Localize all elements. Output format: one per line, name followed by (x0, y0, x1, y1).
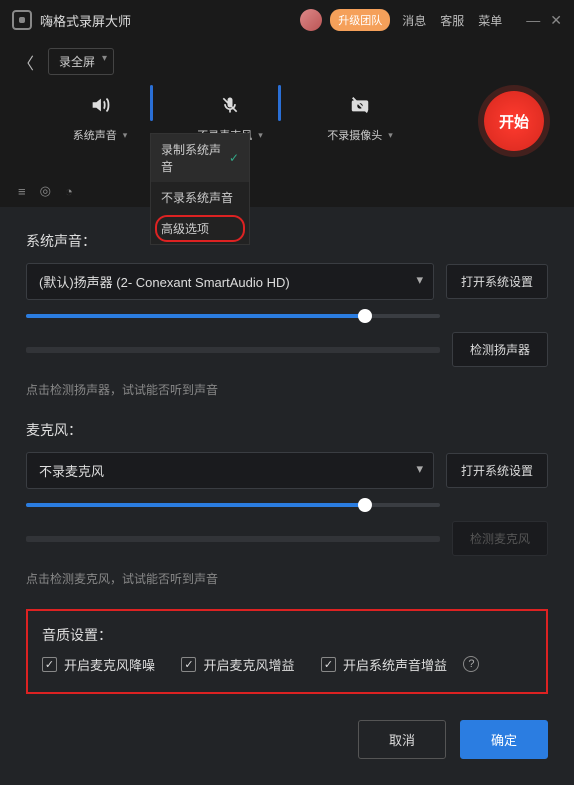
checkbox-system-gain[interactable]: ✓开启系统声音增益 (321, 655, 447, 674)
dialog-footer: 取消 确定 (26, 720, 548, 759)
mode-row: 〈 录全屏 (0, 40, 574, 83)
volume-bar-mic[interactable] (278, 85, 281, 121)
system-sound-device-select[interactable]: (默认)扬声器 (2- Conexant SmartAudio HD) (26, 263, 434, 300)
status-bar: ≡ ◎ ◔ (0, 143, 574, 207)
camera-off-icon (348, 93, 372, 117)
nav-menu[interactable]: 菜单 (478, 12, 502, 29)
advanced-settings-dialog: 系统声音： (默认)扬声器 (2- Conexant SmartAudio HD… (0, 207, 574, 785)
titlebar: 嗨格式录屏大师 升级团队 消息 客服 菜单 — ✕ (0, 0, 574, 40)
dropdown-item-advanced[interactable]: 高级选项 (151, 213, 249, 244)
camera-label: 不录摄像头 (327, 127, 393, 143)
detect-mic-button: 检测麦克风 (452, 521, 548, 556)
mic-level-meter (26, 536, 440, 542)
ok-button[interactable]: 确定 (460, 720, 548, 759)
checkbox-icon: ✓ (321, 657, 336, 672)
speaker-level-meter (26, 347, 440, 353)
mic-device-select[interactable]: 不录麦克风 (26, 452, 434, 489)
dropdown-item-record-sys[interactable]: 录制系统声音✓ (151, 134, 249, 182)
timer-icon[interactable]: ◔ (65, 184, 73, 199)
system-sound-label: 系统声音 (73, 127, 128, 143)
record-mode-select[interactable]: 录全屏 (48, 48, 114, 75)
checkbox-icon: ✓ (181, 657, 196, 672)
audio-quality-section: 音质设置： ✓开启麦克风降噪 ✓开启麦克风增益 ✓开启系统声音增益 ? (26, 609, 548, 694)
system-sound-control[interactable]: 系统声音 (60, 93, 140, 143)
mic-off-icon (218, 93, 242, 117)
minimize-button[interactable]: — (526, 12, 540, 28)
slider-fill (26, 314, 365, 318)
list-icon[interactable]: ≡ (18, 184, 26, 199)
speaker-hint: 点击检测扬声器，试试能否听到声音 (26, 381, 548, 398)
help-icon[interactable]: ? (463, 656, 479, 672)
checkbox-icon: ✓ (42, 657, 57, 672)
upgrade-badge[interactable]: 升级团队 (330, 9, 390, 31)
target-icon[interactable]: ◎ (40, 183, 51, 199)
app-logo-icon (12, 10, 32, 30)
open-system-settings-button-2[interactable]: 打开系统设置 (446, 453, 548, 488)
slider-thumb[interactable] (358, 498, 372, 512)
check-icon: ✓ (229, 151, 239, 165)
quality-label: 音质设置： (42, 625, 532, 645)
speaker-icon (88, 93, 112, 117)
checkbox-noise-reduction[interactable]: ✓开启麦克风降噪 (42, 655, 155, 674)
detect-speaker-button[interactable]: 检测扬声器 (452, 332, 548, 367)
mic-section-label: 麦克风： (26, 420, 548, 440)
nav-messages[interactable]: 消息 (402, 12, 426, 29)
checkbox-mic-gain[interactable]: ✓开启麦克风增益 (181, 655, 294, 674)
system-sound-section-label: 系统声音： (26, 231, 548, 251)
system-sound-dropdown: 录制系统声音✓ 不录系统声音 高级选项 (150, 133, 250, 245)
user-avatar[interactable] (300, 9, 322, 31)
system-volume-slider[interactable] (26, 314, 440, 318)
slider-thumb[interactable] (358, 309, 372, 323)
mic-volume-slider[interactable] (26, 503, 440, 507)
volume-bar-sys[interactable] (150, 85, 153, 121)
main-window: 嗨格式录屏大师 升级团队 消息 客服 菜单 — ✕ 〈 录全屏 系统声音 不录麦… (0, 0, 574, 207)
open-system-settings-button[interactable]: 打开系统设置 (446, 264, 548, 299)
close-button[interactable]: ✕ (550, 12, 562, 29)
camera-control[interactable]: 不录摄像头 (320, 93, 400, 143)
nav-support[interactable]: 客服 (440, 12, 464, 29)
mic-hint: 点击检测麦克风，试试能否听到声音 (26, 570, 548, 587)
start-record-button[interactable]: 开始 (484, 91, 544, 151)
dropdown-item-no-sys[interactable]: 不录系统声音 (151, 182, 249, 213)
app-title: 嗨格式录屏大师 (40, 11, 300, 30)
slider-fill (26, 503, 365, 507)
controls-row: 系统声音 不录麦克风 不录摄像头 开始 录制系统声音✓ 不录系统声音 高级选项 (0, 83, 574, 143)
cancel-button[interactable]: 取消 (358, 720, 446, 759)
record-mode-label: 录全屏 (59, 55, 95, 69)
back-button[interactable]: 〈 (18, 50, 34, 74)
